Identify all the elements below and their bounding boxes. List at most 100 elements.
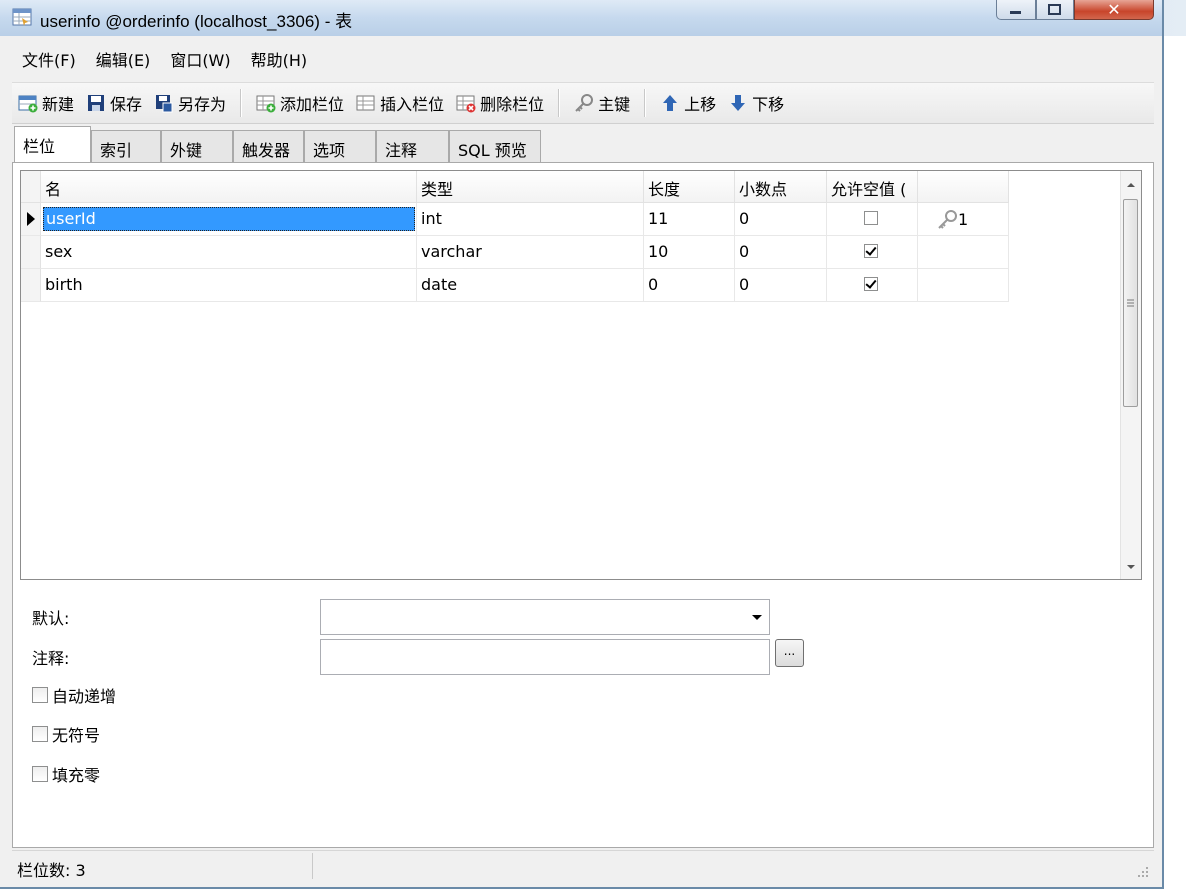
cell-key[interactable]: 1 bbox=[918, 203, 1009, 236]
table-row[interactable]: sex varchar 10 0 bbox=[21, 236, 1009, 269]
header-decimals[interactable]: 小数点 bbox=[735, 171, 827, 203]
cell-allow-null[interactable] bbox=[827, 269, 918, 302]
cell-type[interactable]: varchar bbox=[417, 236, 644, 269]
cell-length[interactable]: 11 bbox=[644, 203, 735, 236]
minimize-icon bbox=[1010, 10, 1021, 14]
header-type[interactable]: 类型 bbox=[417, 171, 644, 203]
maximize-icon bbox=[1048, 3, 1061, 15]
key-order: 1 bbox=[958, 210, 969, 229]
close-icon: ✕ bbox=[1107, 0, 1121, 19]
table-row[interactable]: userId int 11 0 1 bbox=[21, 203, 1009, 236]
allow-null-checkbox[interactable] bbox=[864, 277, 878, 291]
tab-foreign-keys[interactable]: 外键 bbox=[161, 130, 233, 162]
arrow-up-icon bbox=[663, 95, 678, 111]
title-bar[interactable]: userinfo @orderinfo (localhost_3306) - 表… bbox=[0, 0, 1162, 36]
minimize-button[interactable] bbox=[996, 0, 1036, 20]
toolbar-separator bbox=[240, 89, 243, 117]
insert-field-button[interactable]: 插入栏位 bbox=[350, 87, 450, 119]
toolbar: 新建 保存 另存为 添加栏位 插入栏位 删除栏位 主键 上移 下移 bbox=[12, 82, 1154, 124]
cell-key[interactable] bbox=[918, 236, 1009, 269]
toolbar-separator bbox=[558, 89, 561, 117]
scroll-down-icon[interactable] bbox=[1121, 557, 1141, 577]
save-icon bbox=[88, 95, 105, 111]
menu-help[interactable]: 帮助(H) bbox=[241, 47, 318, 71]
save-button[interactable]: 保存 bbox=[80, 87, 148, 119]
table-designer-window: userinfo @orderinfo (localhost_3306) - 表… bbox=[0, 0, 1164, 889]
cell-decimals[interactable]: 0 bbox=[735, 203, 827, 236]
tab-sql-preview[interactable]: SQL 预览 bbox=[449, 130, 541, 162]
chevron-down-icon bbox=[752, 615, 762, 620]
unsigned-label: 无符号 bbox=[52, 726, 101, 745]
primary-key-label: 主键 bbox=[598, 95, 631, 114]
menu-bar: 文件(F) 编辑(E) 窗口(W) 帮助(H) bbox=[12, 38, 1154, 80]
arrow-down-icon bbox=[731, 95, 746, 111]
field-name-editor[interactable]: userId bbox=[43, 207, 415, 231]
move-up-button[interactable]: 上移 bbox=[654, 87, 722, 119]
cell-decimals[interactable]: 0 bbox=[735, 269, 827, 302]
zerofill-checkbox[interactable] bbox=[32, 766, 48, 782]
toolbar-separator bbox=[644, 89, 647, 117]
add-field-label: 添加栏位 bbox=[280, 95, 345, 114]
scroll-up-icon[interactable] bbox=[1121, 175, 1141, 195]
tab-fields[interactable]: 栏位 bbox=[14, 126, 91, 163]
new-table-icon bbox=[18, 95, 38, 113]
unsigned-checkbox[interactable] bbox=[32, 726, 48, 742]
new-label: 新建 bbox=[42, 95, 75, 114]
close-button[interactable]: ✕ bbox=[1074, 0, 1154, 20]
insert-field-label: 插入栏位 bbox=[380, 95, 445, 114]
allow-null-checkbox[interactable] bbox=[864, 211, 878, 225]
row-indicator bbox=[21, 236, 41, 269]
grid-vertical-scrollbar[interactable] bbox=[1120, 171, 1141, 579]
primary-key-icon bbox=[938, 210, 957, 229]
save-label: 保存 bbox=[110, 95, 143, 114]
comment-ellipsis-button[interactable]: ... bbox=[775, 639, 804, 667]
auto-increment-checkbox[interactable] bbox=[32, 687, 48, 703]
menu-window[interactable]: 窗口(W) bbox=[160, 47, 240, 71]
zerofill-label: 填充零 bbox=[52, 766, 101, 785]
field-count-status: 栏位数: 3 bbox=[17, 861, 86, 880]
save-as-icon bbox=[156, 95, 173, 113]
header-name[interactable]: 名 bbox=[41, 171, 417, 203]
scrollbar-thumb[interactable] bbox=[1123, 199, 1138, 407]
unsigned-option[interactable]: 无符号 bbox=[32, 722, 100, 746]
resize-grip-icon[interactable] bbox=[1136, 865, 1150, 879]
cell-key[interactable] bbox=[918, 269, 1009, 302]
save-as-button[interactable]: 另存为 bbox=[148, 87, 232, 119]
default-value-select[interactable] bbox=[320, 599, 770, 635]
cell-allow-null[interactable] bbox=[827, 203, 918, 236]
cell-name[interactable]: sex bbox=[41, 236, 417, 269]
tab-comment[interactable]: 注释 bbox=[376, 130, 449, 162]
add-field-icon bbox=[256, 95, 276, 113]
cell-type[interactable]: date bbox=[417, 269, 644, 302]
delete-field-button[interactable]: 删除栏位 bbox=[450, 87, 550, 119]
cell-decimals[interactable]: 0 bbox=[735, 236, 827, 269]
menu-file[interactable]: 文件(F) bbox=[12, 47, 86, 71]
auto-increment-label: 自动递增 bbox=[52, 687, 117, 706]
menu-edit[interactable]: 编辑(E) bbox=[86, 47, 161, 71]
cell-length[interactable]: 10 bbox=[644, 236, 735, 269]
zerofill-option[interactable]: 填充零 bbox=[32, 762, 100, 786]
add-field-button[interactable]: 添加栏位 bbox=[250, 87, 350, 119]
maximize-button[interactable] bbox=[1036, 0, 1074, 20]
primary-key-button[interactable]: 主键 bbox=[568, 87, 636, 119]
grip-icon bbox=[1127, 299, 1134, 307]
tab-triggers[interactable]: 触发器 bbox=[233, 130, 304, 162]
cell-name[interactable]: birth bbox=[41, 269, 417, 302]
cell-allow-null[interactable] bbox=[827, 236, 918, 269]
auto-increment-option[interactable]: 自动递增 bbox=[32, 683, 116, 707]
header-length[interactable]: 长度 bbox=[644, 171, 735, 203]
cell-name[interactable]: userId bbox=[41, 203, 417, 236]
row-indicator bbox=[21, 269, 41, 302]
comment-label: 注释: bbox=[32, 649, 70, 668]
new-button[interactable]: 新建 bbox=[12, 87, 80, 119]
header-allow-null[interactable]: 允许空值 ( bbox=[827, 171, 918, 203]
tab-indexes[interactable]: 索引 bbox=[91, 130, 161, 162]
allow-null-checkbox[interactable] bbox=[864, 244, 878, 258]
cell-type[interactable]: int bbox=[417, 203, 644, 236]
cell-length[interactable]: 0 bbox=[644, 269, 735, 302]
comment-field[interactable] bbox=[320, 639, 770, 675]
header-key[interactable] bbox=[918, 171, 1009, 203]
table-row[interactable]: birth date 0 0 bbox=[21, 269, 1009, 302]
move-down-button[interactable]: 下移 bbox=[722, 87, 790, 119]
tab-options[interactable]: 选项 bbox=[304, 130, 376, 162]
